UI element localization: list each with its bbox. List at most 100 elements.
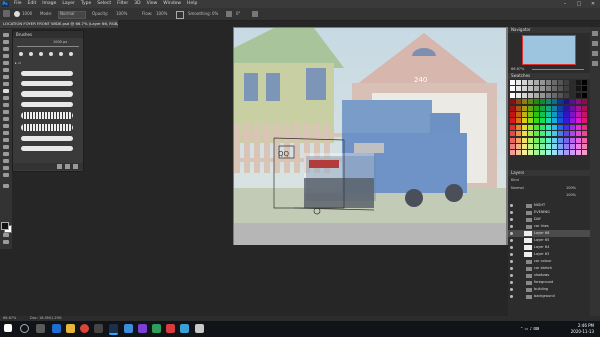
color-swatch[interactable]	[534, 124, 539, 130]
healing-tool-icon[interactable]	[3, 82, 9, 86]
color-swatch[interactable]	[534, 144, 539, 149]
menu-window[interactable]: Window	[160, 0, 184, 8]
delete-brush-icon[interactable]	[73, 164, 78, 169]
brush-folder-row[interactable]: ▸ ▭	[15, 61, 81, 67]
airbrush-icon[interactable]	[176, 11, 184, 19]
color-swatch[interactable]	[570, 105, 575, 111]
color-swatch[interactable]	[582, 118, 587, 124]
color-swatch[interactable]	[522, 99, 527, 105]
color-swatch[interactable]	[576, 80, 581, 85]
brush-stroke-1[interactable]	[21, 71, 73, 76]
color-swatch[interactable]	[576, 99, 581, 105]
color-swatch[interactable]	[582, 80, 587, 85]
color-swatch[interactable]	[516, 86, 521, 92]
color-swatch[interactable]	[576, 118, 581, 124]
adjustments-panel-icon[interactable]	[592, 51, 598, 56]
color-swatch[interactable]	[558, 150, 563, 156]
menu-3d[interactable]: 3D	[131, 0, 143, 8]
color-swatch[interactable]	[528, 144, 533, 149]
color-swatch[interactable]	[564, 92, 569, 98]
color-swatch[interactable]	[564, 105, 569, 111]
dodge-tool-icon[interactable]	[3, 131, 9, 135]
color-swatch[interactable]	[564, 150, 569, 156]
color-swatch[interactable]	[528, 131, 533, 137]
color-swatch[interactable]	[522, 124, 527, 130]
color-swatch[interactable]	[558, 86, 563, 92]
color-swatch[interactable]	[570, 131, 575, 137]
color-swatch[interactable]	[540, 118, 545, 124]
color-swatch[interactable]	[516, 105, 521, 111]
color-swatch[interactable]	[582, 124, 587, 130]
color-swatch[interactable]	[558, 99, 563, 105]
clone-stamp-tool-icon[interactable]	[3, 96, 9, 100]
lasso-tool-icon[interactable]	[3, 47, 9, 51]
color-swatch[interactable]	[558, 137, 563, 143]
visibility-eye-icon[interactable]	[510, 239, 513, 242]
document-canvas[interactable]: 240 QQ	[234, 28, 506, 245]
swatches-grid[interactable]	[510, 80, 588, 158]
color-swatch[interactable]	[510, 131, 515, 137]
color-swatch[interactable]	[564, 86, 569, 92]
color-swatch[interactable]	[534, 112, 539, 117]
foreground-color-swatch[interactable]	[1, 222, 9, 230]
layer-row[interactable]: DAY	[508, 216, 590, 223]
color-swatch[interactable]	[558, 131, 563, 137]
color-swatch[interactable]	[570, 80, 575, 85]
brush-stroke-8[interactable]	[21, 146, 73, 151]
photoshop-taskbar-icon[interactable]	[109, 324, 118, 335]
color-swatch[interactable]	[510, 92, 515, 98]
hand-tool-icon[interactable]	[3, 166, 9, 170]
color-swatch[interactable]	[552, 144, 557, 149]
smoothing-options-icon[interactable]	[226, 11, 232, 17]
navigator-preview[interactable]	[522, 35, 576, 65]
color-swatch[interactable]	[552, 80, 557, 85]
edge-browser-icon[interactable]	[52, 324, 61, 333]
color-swatch[interactable]	[510, 150, 515, 156]
color-swatch[interactable]	[570, 137, 575, 143]
brush-stroke-3[interactable]	[21, 91, 73, 97]
tool-preset-icon[interactable]	[3, 10, 10, 17]
color-swatch[interactable]	[534, 137, 539, 143]
color-swatch[interactable]	[546, 124, 551, 130]
blur-tool-icon[interactable]	[3, 124, 9, 128]
color-swatch[interactable]	[516, 150, 521, 156]
color-swatch[interactable]	[546, 92, 551, 98]
more-tools-icon[interactable]	[3, 184, 9, 188]
document-tab[interactable]: LOCATION FOYER FRONT WIDE.psd @ 66.7% (L…	[0, 20, 118, 28]
system-tray-icons[interactable]: ⌃ ▭ ♪ ⌨	[520, 326, 550, 332]
color-swatch[interactable]	[534, 131, 539, 137]
color-swatch[interactable]	[528, 150, 533, 156]
color-swatch[interactable]	[534, 86, 539, 92]
color-swatch[interactable]	[516, 131, 521, 137]
color-swatch[interactable]	[552, 105, 557, 111]
color-swatch[interactable]	[546, 137, 551, 143]
color-swatch[interactable]	[522, 118, 527, 124]
visibility-eye-icon[interactable]	[510, 218, 513, 221]
menu-help[interactable]: Help	[184, 0, 200, 8]
visibility-eye-icon[interactable]	[510, 246, 513, 249]
brush-tool-icon[interactable]	[3, 89, 9, 93]
color-swatch[interactable]	[582, 105, 587, 111]
color-swatch[interactable]	[552, 99, 557, 105]
color-swatch[interactable]	[582, 99, 587, 105]
layer-row[interactable]: Layer 64	[508, 244, 590, 251]
app-icon-6[interactable]	[195, 324, 204, 333]
visibility-eye-icon[interactable]	[510, 232, 513, 235]
color-swatch[interactable]	[570, 86, 575, 92]
layer-row[interactable]: Layer 63	[508, 251, 590, 258]
color-swatch[interactable]	[540, 112, 545, 117]
brush-stroke-4[interactable]	[21, 102, 73, 107]
color-swatch[interactable]	[582, 131, 587, 137]
color-swatch[interactable]	[534, 118, 539, 124]
color-swatch[interactable]	[510, 80, 515, 85]
navigator-zoom[interactable]: 66.67%	[511, 67, 524, 71]
gradient-tool-icon[interactable]	[3, 117, 9, 121]
color-swatch[interactable]	[516, 99, 521, 105]
color-swatch[interactable]	[582, 150, 587, 156]
taskbar-clock[interactable]: 2:46 PM 2020-11-13	[571, 323, 594, 335]
color-swatch[interactable]	[522, 112, 527, 117]
color-swatch[interactable]	[510, 118, 515, 124]
eyedropper-tool-icon[interactable]	[3, 75, 9, 79]
color-swatch[interactable]	[522, 131, 527, 137]
layer-row[interactable]: NIGHT	[508, 202, 590, 209]
